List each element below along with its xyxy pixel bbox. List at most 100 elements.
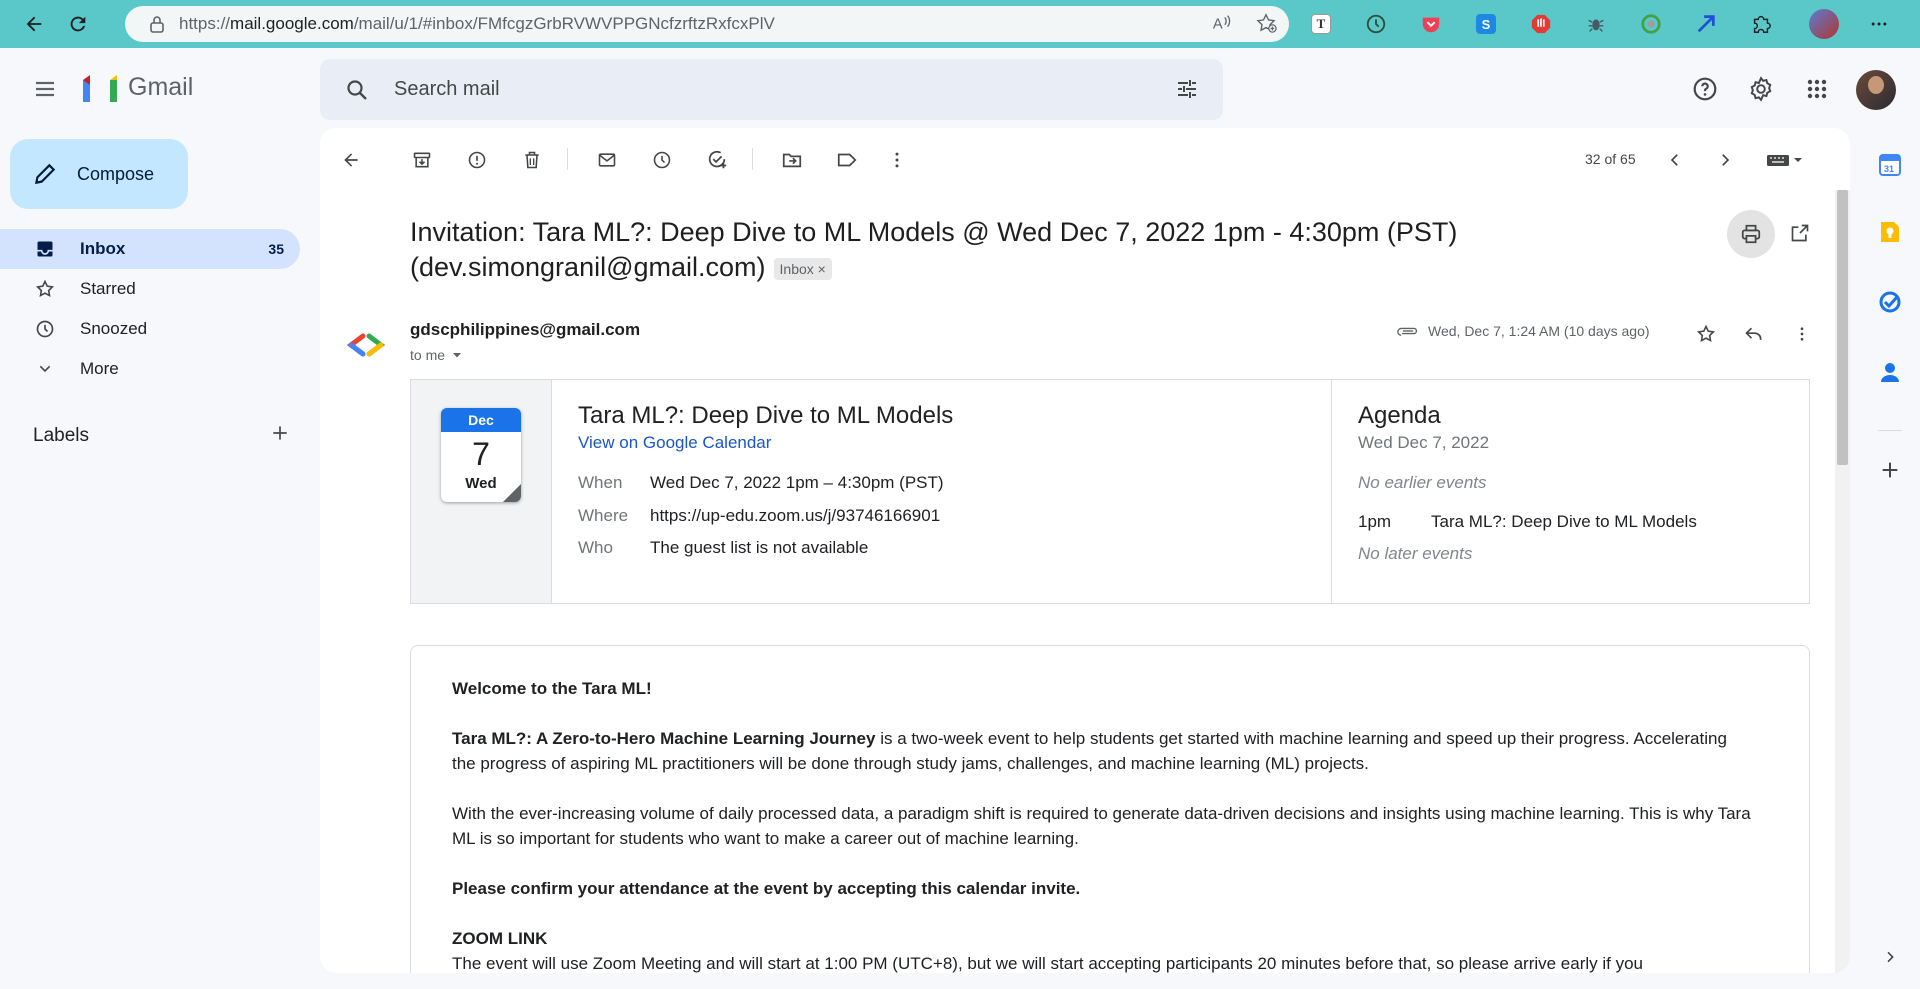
toolbar-divider [752,148,753,170]
open-new-window-icon[interactable] [1783,216,1817,250]
input-tools-keyboard-icon[interactable] [1760,143,1810,177]
favorite-star-icon[interactable] [1255,12,1277,39]
add-to-tasks-icon[interactable] [700,143,734,177]
calendar-month: Dec [441,408,521,432]
arrow-extension-icon[interactable] [1690,8,1722,40]
event-where-row: Where https://up-edu.zoom.us/j/937461669… [578,506,940,526]
sender-avatar-gdsc-icon[interactable] [344,323,388,367]
sidebar-item-starred[interactable]: Starred [0,269,300,309]
view-on-calendar-link[interactable]: View on Google Calendar [578,433,771,453]
clock-extension-icon[interactable] [1360,8,1392,40]
move-to-folder-icon[interactable] [775,143,809,177]
add-label-plus-icon[interactable] [270,423,290,448]
search-options-icon[interactable] [1171,73,1203,105]
google-tasks-icon[interactable] [1873,285,1907,319]
calendar-day: 7 [472,436,490,472]
puzzle-icon[interactable] [1745,8,1777,40]
google-keep-icon[interactable] [1873,215,1907,249]
sidebar-item-more[interactable]: More [0,349,300,389]
label-tag-icon[interactable] [830,143,864,177]
adblock-icon[interactable] [1525,8,1557,40]
calendar-invite-card: Dec 7 Wed Tara ML?: Deep Dive to ML Mode… [410,379,1810,604]
inbox-label-chip[interactable]: Inbox × [773,257,832,280]
event-details: Tara ML?: Deep Dive to ML Models View on… [552,380,1332,603]
report-spam-icon[interactable] [460,143,494,177]
agenda-date: Wed Dec 7, 2022 [1358,433,1490,452]
more-options-icon[interactable] [880,143,914,177]
back-arrow-icon[interactable] [17,7,51,41]
agenda-panel: Agenda Wed Dec 7, 2022 No earlier events… [1332,380,1809,603]
gmail-m-icon [83,75,117,102]
who-label: Who [578,538,613,557]
get-addons-plus-icon[interactable] [1873,453,1907,487]
skype-icon[interactable]: S [1470,8,1502,40]
body-paragraph-intro: Tara ML?: A Zero-to-Hero Machine Learnin… [452,726,1752,776]
confirm-attendance-text: Please confirm your attendance at the ev… [452,879,1081,898]
chrome-extension-icon[interactable] [1635,8,1667,40]
remove-label-icon[interactable]: × [818,261,826,277]
gmail-logo[interactable]: Gmail [80,72,193,102]
account-avatar[interactable] [1856,70,1896,110]
older-chevron-right-icon[interactable] [1708,143,1742,177]
compose-label: Compose [77,163,155,184]
sidebar-item-snoozed[interactable]: Snoozed [0,309,300,349]
url-host: mail.google.com [230,14,354,33]
inbox-icon [34,238,56,260]
agenda-event-row[interactable]: 1pm Tara ML?: Deep Dive to ML Models [1358,512,1697,532]
reload-icon[interactable] [61,7,95,41]
pocket-icon[interactable] [1415,8,1447,40]
archive-icon[interactable] [405,143,439,177]
email-more-options-icon[interactable] [1786,318,1818,350]
reply-icon[interactable] [1738,318,1770,350]
who-value: The guest list is not available [650,538,869,557]
newer-chevron-left-icon[interactable] [1658,143,1692,177]
body-paragraph-2: With the ever-increasing volume of daily… [452,804,1751,848]
calendar-date-panel: Dec 7 Wed [411,380,552,603]
google-contacts-icon[interactable] [1873,355,1907,389]
attachment-clip-icon [1396,321,1420,341]
apps-grid-icon[interactable] [1800,72,1834,106]
url-prefix: https:// [179,14,231,33]
search-input[interactable]: Search mail [394,78,500,101]
where-value-link[interactable]: https://up-edu.zoom.us/j/93746166901 [650,506,940,526]
svg-text:31: 31 [1884,164,1894,174]
gmail-wordmark: Gmail [128,72,194,101]
text-extension-icon[interactable]: T [1305,8,1337,40]
more-menu-icon[interactable] [1863,8,1895,40]
main-menu-icon[interactable] [24,72,66,106]
subject-text: Invitation: Tara ML?: Deep Dive to ML Mo… [410,217,1458,282]
lock-icon[interactable] [147,14,167,34]
caret-down-icon[interactable] [451,349,463,361]
no-earlier-events: No earlier events [1358,473,1487,492]
delete-trash-icon[interactable] [515,143,549,177]
google-calendar-icon[interactable]: 31 [1873,148,1907,182]
email-body: Welcome to the Tara ML! Tara ML?: A Zero… [452,676,1752,973]
print-all-button[interactable] [1727,210,1775,258]
recipient-details[interactable]: to me [410,347,463,363]
email-date: Wed, Dec 7, 1:24 AM (10 days ago) [1428,323,1650,339]
search-bar[interactable]: Search mail [320,59,1223,120]
profile-avatar-icon[interactable] [1808,8,1840,40]
address-bar[interactable]: https://mail.google.com/mail/u/1/#inbox/… [125,6,1289,42]
settings-gear-icon[interactable] [1744,72,1778,106]
read-aloud-icon[interactable]: A [1211,12,1233,39]
expand-panel-chevron-icon[interactable] [1873,940,1907,974]
recipient-text: to me [410,347,446,363]
star-email-icon[interactable] [1690,318,1722,350]
bug-icon[interactable] [1580,8,1612,40]
compose-button[interactable]: Compose [10,139,188,209]
sidebar-item-inbox[interactable]: Inbox 35 [0,229,300,269]
back-to-inbox-icon[interactable] [334,143,368,177]
clock-icon [34,318,56,340]
search-icon[interactable] [342,75,372,105]
url-text: https://mail.google.com/mail/u/1/#inbox/… [179,14,775,34]
sender-email[interactable]: gdscphilippines@gmail.com [410,320,640,340]
agenda-title: Agenda [1358,402,1441,429]
help-icon[interactable] [1688,72,1722,106]
no-later-events: No later events [1358,544,1473,563]
snooze-clock-icon[interactable] [645,143,679,177]
scrollbar-thumb[interactable] [1837,190,1848,465]
labels-section-header: Labels [33,423,290,448]
mark-unread-icon[interactable] [590,143,624,177]
url-path: /mail/u/1/#inbox/FMfcgzGrbRVWVPPGNcfzrft… [353,14,775,33]
